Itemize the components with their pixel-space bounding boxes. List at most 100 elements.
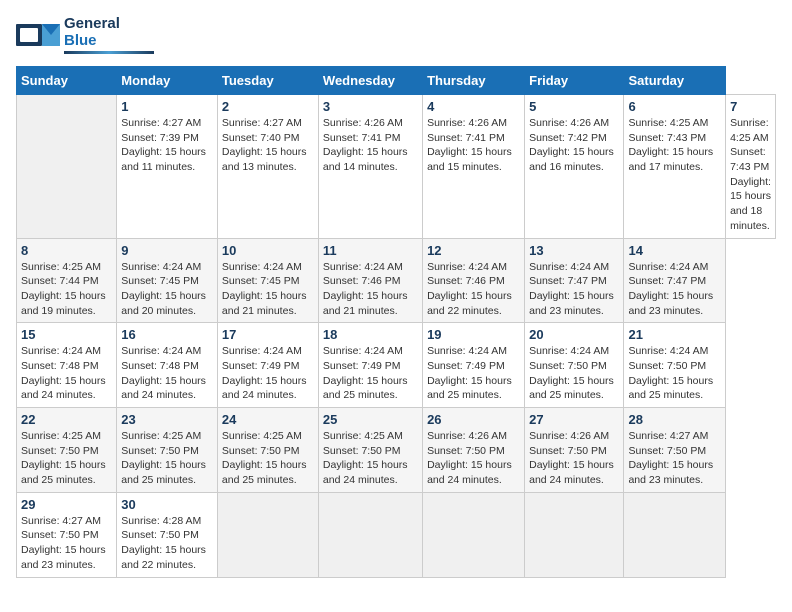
day-info: Sunrise: 4:27 AM Sunset: 7:39 PM Dayligh… <box>121 116 213 175</box>
day-cell: 25 Sunrise: 4:25 AM Sunset: 7:50 PM Dayl… <box>318 408 422 493</box>
day-cell <box>17 95 117 239</box>
col-header-monday: Monday <box>117 67 218 95</box>
sunset-label: Sunset: 7:47 PM <box>628 275 706 287</box>
daylight-label: Daylight: 15 hours and 16 minutes. <box>529 146 614 173</box>
day-info: Sunrise: 4:24 AM Sunset: 7:46 PM Dayligh… <box>323 260 418 319</box>
day-info: Sunrise: 4:26 AM Sunset: 7:50 PM Dayligh… <box>529 429 619 488</box>
logo-icon <box>16 16 60 54</box>
sunrise-label: Sunrise: 4:25 AM <box>628 117 708 129</box>
sunrise-label: Sunrise: 4:24 AM <box>121 261 201 273</box>
day-cell: 18 Sunrise: 4:24 AM Sunset: 7:49 PM Dayl… <box>318 323 422 408</box>
daylight-label: Daylight: 15 hours and 22 minutes. <box>427 290 512 317</box>
sunrise-label: Sunrise: 4:24 AM <box>427 345 507 357</box>
sunset-label: Sunset: 7:47 PM <box>529 275 607 287</box>
daylight-label: Daylight: 15 hours and 19 minutes. <box>21 290 106 317</box>
sunset-label: Sunset: 7:43 PM <box>628 132 706 144</box>
week-row-5: 29 Sunrise: 4:27 AM Sunset: 7:50 PM Dayl… <box>17 492 776 577</box>
sunrise-label: Sunrise: 4:24 AM <box>628 261 708 273</box>
day-info: Sunrise: 4:25 AM Sunset: 7:43 PM Dayligh… <box>628 116 721 175</box>
day-cell <box>217 492 318 577</box>
day-cell: 3 Sunrise: 4:26 AM Sunset: 7:41 PM Dayli… <box>318 95 422 239</box>
sunrise-label: Sunrise: 4:24 AM <box>222 345 302 357</box>
sunset-label: Sunset: 7:50 PM <box>628 360 706 372</box>
daylight-label: Daylight: 15 hours and 23 minutes. <box>21 544 106 571</box>
day-number: 26 <box>427 412 520 427</box>
day-cell: 16 Sunrise: 4:24 AM Sunset: 7:48 PM Dayl… <box>117 323 218 408</box>
logo-underline <box>64 51 154 54</box>
day-info: Sunrise: 4:26 AM Sunset: 7:50 PM Dayligh… <box>427 429 520 488</box>
sunset-label: Sunset: 7:46 PM <box>427 275 505 287</box>
sunrise-label: Sunrise: 4:25 AM <box>323 430 403 442</box>
day-info: Sunrise: 4:24 AM Sunset: 7:49 PM Dayligh… <box>222 344 314 403</box>
col-header-thursday: Thursday <box>423 67 525 95</box>
calendar-table: SundayMondayTuesdayWednesdayThursdayFrid… <box>16 66 776 578</box>
sunrise-label: Sunrise: 4:26 AM <box>427 430 507 442</box>
daylight-label: Daylight: 15 hours and 24 minutes. <box>323 459 408 486</box>
sunrise-label: Sunrise: 4:27 AM <box>222 117 302 129</box>
day-info: Sunrise: 4:24 AM Sunset: 7:49 PM Dayligh… <box>323 344 418 403</box>
day-info: Sunrise: 4:27 AM Sunset: 7:50 PM Dayligh… <box>628 429 721 488</box>
day-number: 12 <box>427 243 520 258</box>
day-number: 19 <box>427 327 520 342</box>
day-number: 6 <box>628 99 721 114</box>
daylight-label: Daylight: 15 hours and 13 minutes. <box>222 146 307 173</box>
sunset-label: Sunset: 7:44 PM <box>21 275 99 287</box>
day-cell: 15 Sunrise: 4:24 AM Sunset: 7:48 PM Dayl… <box>17 323 117 408</box>
sunset-label: Sunset: 7:48 PM <box>21 360 99 372</box>
day-number: 8 <box>21 243 112 258</box>
day-number: 24 <box>222 412 314 427</box>
daylight-label: Daylight: 15 hours and 21 minutes. <box>323 290 408 317</box>
day-cell: 8 Sunrise: 4:25 AM Sunset: 7:44 PM Dayli… <box>17 238 117 323</box>
day-cell: 23 Sunrise: 4:25 AM Sunset: 7:50 PM Dayl… <box>117 408 218 493</box>
day-cell: 1 Sunrise: 4:27 AM Sunset: 7:39 PM Dayli… <box>117 95 218 239</box>
day-cell: 13 Sunrise: 4:24 AM Sunset: 7:47 PM Dayl… <box>525 238 624 323</box>
sunrise-label: Sunrise: 4:26 AM <box>323 117 403 129</box>
sunset-label: Sunset: 7:43 PM <box>730 146 769 173</box>
sunset-label: Sunset: 7:50 PM <box>529 360 607 372</box>
day-cell: 14 Sunrise: 4:24 AM Sunset: 7:47 PM Dayl… <box>624 238 726 323</box>
day-cell: 6 Sunrise: 4:25 AM Sunset: 7:43 PM Dayli… <box>624 95 726 239</box>
col-header-wednesday: Wednesday <box>318 67 422 95</box>
daylight-label: Daylight: 15 hours and 24 minutes. <box>222 375 307 402</box>
sunset-label: Sunset: 7:41 PM <box>427 132 505 144</box>
day-number: 9 <box>121 243 213 258</box>
sunset-label: Sunset: 7:45 PM <box>222 275 300 287</box>
daylight-label: Daylight: 15 hours and 20 minutes. <box>121 290 206 317</box>
day-cell: 4 Sunrise: 4:26 AM Sunset: 7:41 PM Dayli… <box>423 95 525 239</box>
sunset-label: Sunset: 7:50 PM <box>21 529 99 541</box>
sunrise-label: Sunrise: 4:24 AM <box>529 261 609 273</box>
sunset-label: Sunset: 7:39 PM <box>121 132 199 144</box>
sunset-label: Sunset: 7:42 PM <box>529 132 607 144</box>
day-number: 3 <box>323 99 418 114</box>
day-info: Sunrise: 4:25 AM Sunset: 7:50 PM Dayligh… <box>323 429 418 488</box>
day-number: 21 <box>628 327 721 342</box>
sunrise-label: Sunrise: 4:25 AM <box>121 430 201 442</box>
day-cell: 7 Sunrise: 4:25 AM Sunset: 7:43 PM Dayli… <box>726 95 776 239</box>
day-cell <box>624 492 726 577</box>
day-number: 25 <box>323 412 418 427</box>
day-info: Sunrise: 4:26 AM Sunset: 7:41 PM Dayligh… <box>427 116 520 175</box>
sunrise-label: Sunrise: 4:24 AM <box>529 345 609 357</box>
sunset-label: Sunset: 7:40 PM <box>222 132 300 144</box>
day-info: Sunrise: 4:24 AM Sunset: 7:50 PM Dayligh… <box>628 344 721 403</box>
sunrise-label: Sunrise: 4:24 AM <box>323 261 403 273</box>
day-number: 10 <box>222 243 314 258</box>
day-cell: 21 Sunrise: 4:24 AM Sunset: 7:50 PM Dayl… <box>624 323 726 408</box>
day-number: 15 <box>21 327 112 342</box>
daylight-label: Daylight: 15 hours and 24 minutes. <box>427 459 512 486</box>
sunrise-label: Sunrise: 4:24 AM <box>323 345 403 357</box>
logo-blue: Blue <box>64 33 154 50</box>
sunrise-label: Sunrise: 4:26 AM <box>529 117 609 129</box>
day-number: 29 <box>21 497 112 512</box>
sunrise-label: Sunrise: 4:24 AM <box>628 345 708 357</box>
day-cell: 20 Sunrise: 4:24 AM Sunset: 7:50 PM Dayl… <box>525 323 624 408</box>
sunset-label: Sunset: 7:50 PM <box>121 529 199 541</box>
daylight-label: Daylight: 15 hours and 21 minutes. <box>222 290 307 317</box>
day-number: 7 <box>730 99 771 114</box>
week-row-1: 1 Sunrise: 4:27 AM Sunset: 7:39 PM Dayli… <box>17 95 776 239</box>
daylight-label: Daylight: 15 hours and 15 minutes. <box>427 146 512 173</box>
day-cell: 29 Sunrise: 4:27 AM Sunset: 7:50 PM Dayl… <box>17 492 117 577</box>
day-info: Sunrise: 4:24 AM Sunset: 7:48 PM Dayligh… <box>21 344 112 403</box>
day-info: Sunrise: 4:24 AM Sunset: 7:50 PM Dayligh… <box>529 344 619 403</box>
sunset-label: Sunset: 7:49 PM <box>427 360 505 372</box>
